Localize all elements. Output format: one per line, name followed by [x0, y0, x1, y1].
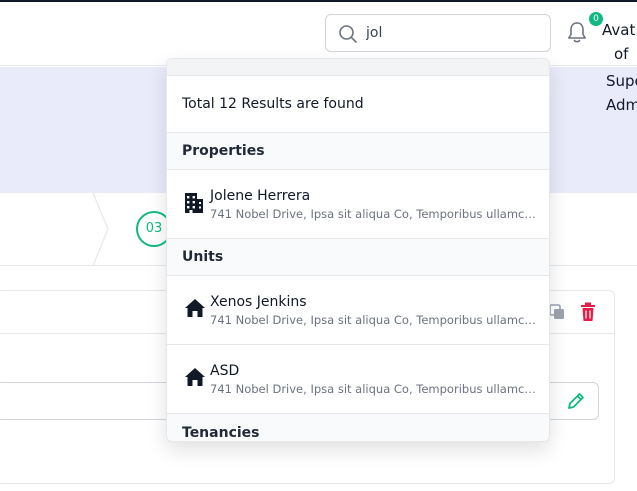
global-search[interactable] — [325, 14, 551, 52]
user-role: Supe Adm — [606, 69, 637, 117]
user-role-line2: Adm — [606, 96, 637, 114]
house-icon — [185, 368, 205, 386]
result-name: ASD — [210, 363, 240, 379]
user-role-line1: Supe — [606, 72, 637, 90]
result-address: 741 Nobel Drive, Ipsa sit aliqua Co, Tem… — [210, 382, 536, 396]
section-header-units: Units — [167, 239, 549, 276]
result-name: Jolene Herrera — [210, 188, 311, 204]
step-divider-chevron — [92, 193, 109, 266]
section-header-properties: Properties — [167, 133, 549, 170]
top-edge-line — [0, 0, 637, 2]
section-header-tenancies: Tenancies — [167, 414, 549, 441]
result-address: 741 Nobel Drive, Ipsa sit aliqua Co, Tem… — [210, 207, 536, 221]
result-item-property[interactable]: Jolene Herrera 741 Nobel Drive, Ipsa sit… — [167, 170, 549, 239]
avatar-alt-text-line2: of — [614, 45, 629, 63]
search-icon — [339, 25, 357, 43]
result-address: 741 Nobel Drive, Ipsa sit aliqua Co, Tem… — [210, 313, 536, 327]
house-icon — [185, 299, 205, 317]
avatar[interactable]: Avat of — [602, 18, 637, 66]
search-input[interactable] — [366, 19, 536, 47]
top-bar: 0 Avat of — [0, 0, 637, 66]
building-icon — [185, 193, 203, 213]
copy-icon[interactable] — [548, 303, 566, 321]
result-item-unit[interactable]: ASD 741 Nobel Drive, Ipsa sit aliqua Co,… — [167, 345, 549, 414]
result-item-unit[interactable]: Xenos Jenkins 741 Nobel Drive, Ipsa sit … — [167, 276, 549, 345]
trash-icon[interactable] — [580, 302, 596, 322]
result-name: Xenos Jenkins — [210, 294, 307, 310]
avatar-alt-text-line1: Avat — [602, 21, 636, 39]
notification-badge: 0 — [589, 12, 603, 26]
pencil-icon[interactable] — [566, 391, 586, 411]
bell-icon[interactable] — [566, 20, 588, 44]
dropdown-top-strip — [167, 59, 549, 76]
results-summary: Total 12 Results are found — [167, 76, 549, 133]
search-results-dropdown: Total 12 Results are found Properties Jo… — [166, 58, 550, 442]
